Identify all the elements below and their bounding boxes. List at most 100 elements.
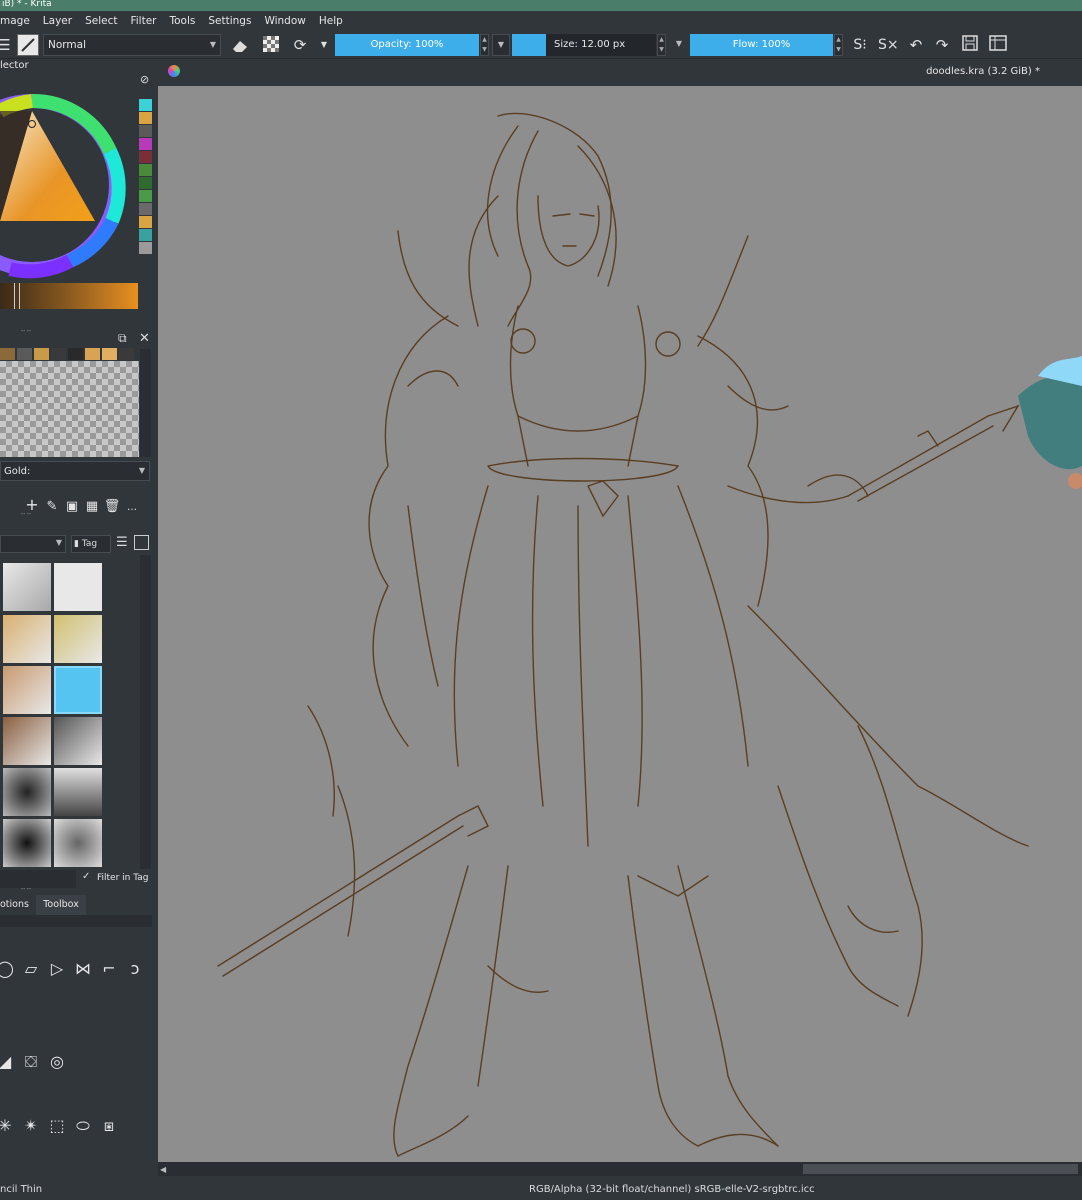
- color-swatch[interactable]: [139, 229, 152, 241]
- document-tab-title[interactable]: doodles.kra (3.2 GiB) *: [926, 66, 1040, 77]
- magic-select-icon[interactable]: ✴: [18, 1116, 44, 1135]
- blend-mode-select[interactable]: Normal ▼: [43, 34, 221, 56]
- flow-slider[interactable]: Flow: 100%: [690, 34, 833, 56]
- size-spinner[interactable]: ▲ ▼: [657, 34, 666, 56]
- color-swatch[interactable]: [139, 99, 152, 111]
- color-swatch[interactable]: [139, 242, 152, 254]
- brush-preset[interactable]: [54, 768, 102, 816]
- brush-preset[interactable]: [3, 615, 51, 663]
- horizontal-mirror-icon[interactable]: S⁝: [850, 35, 870, 55]
- palette-swatch[interactable]: [34, 348, 49, 360]
- tab-toolbox[interactable]: Toolbox: [36, 895, 86, 915]
- palette-swatch[interactable]: [119, 348, 134, 360]
- color-swatch[interactable]: [139, 177, 152, 189]
- menu-tools[interactable]: Tools: [170, 15, 196, 27]
- menu-help[interactable]: Help: [319, 15, 343, 27]
- color-swatch[interactable]: [139, 216, 152, 228]
- color-swatch[interactable]: [139, 138, 152, 150]
- delete-icon[interactable]: 🗑: [102, 499, 122, 514]
- similar-select-icon[interactable]: ⬚: [44, 1116, 70, 1135]
- size-dropdown[interactable]: ▼: [670, 34, 688, 56]
- polygon-tool-icon[interactable]: ▱: [18, 959, 44, 978]
- brush-preset-button[interactable]: [17, 34, 39, 56]
- sampler-tool-icon[interactable]: ◎: [44, 1052, 70, 1071]
- size-slider-fill[interactable]: [512, 34, 546, 56]
- menu-window[interactable]: Window: [264, 15, 305, 27]
- magnetic-select-icon[interactable]: ⧆: [96, 1116, 122, 1136]
- drawing-canvas[interactable]: [158, 86, 1082, 1162]
- color-swatch[interactable]: [139, 203, 152, 215]
- no-color-icon[interactable]: ⊘: [140, 73, 149, 86]
- preserve-alpha-icon[interactable]: [261, 35, 281, 55]
- preset-scrollbar[interactable]: [140, 555, 151, 869]
- close-dock-icon[interactable]: ✕: [139, 331, 150, 346]
- hamburger-icon[interactable]: ☰: [0, 35, 14, 55]
- float-dock-icon[interactable]: ⧉: [118, 331, 127, 346]
- scroll-left-icon[interactable]: ◀: [160, 1165, 166, 1174]
- palette-swatch[interactable]: [85, 348, 100, 360]
- brush-preset-selected[interactable]: [54, 666, 102, 714]
- tag-button[interactable]: ▮ Tag: [71, 535, 111, 553]
- vertical-mirror-icon[interactable]: S×: [878, 35, 899, 55]
- opacity-spinner[interactable]: ▲ ▼: [480, 34, 489, 56]
- brush-preset[interactable]: [54, 717, 102, 765]
- color-swatch[interactable]: [139, 164, 152, 176]
- brush-preset[interactable]: [54, 563, 102, 611]
- dynamic-brush-icon[interactable]: ↄ: [122, 959, 148, 978]
- gradient-tool-icon[interactable]: ◢: [0, 1052, 18, 1071]
- polyline-tool-icon[interactable]: ▷: [44, 959, 70, 978]
- scrollbar-thumb[interactable]: [803, 1164, 1078, 1174]
- palette-select[interactable]: Gold: ▼: [0, 461, 150, 481]
- freehand-path-icon[interactable]: ⌐: [96, 959, 122, 978]
- brush-preset[interactable]: [54, 819, 102, 867]
- list-view-icon[interactable]: ☰: [116, 535, 128, 550]
- palette-swatch[interactable]: [68, 348, 83, 360]
- color-swatch[interactable]: [139, 112, 152, 124]
- palette-swatch[interactable]: [102, 348, 117, 360]
- more-icon[interactable]: …: [122, 502, 142, 513]
- menu-layer[interactable]: Layer: [43, 15, 72, 27]
- undo-icon[interactable]: ↶: [906, 35, 926, 55]
- tab-tool-options[interactable]: otions: [0, 895, 34, 915]
- mirror-dropdown-icon[interactable]: ▼: [314, 35, 334, 55]
- palette-scrollbar[interactable]: [140, 349, 151, 457]
- preset-filter-combo[interactable]: ▼: [0, 535, 66, 553]
- edit-icon[interactable]: ✎: [42, 499, 62, 514]
- menu-settings[interactable]: Settings: [208, 15, 251, 27]
- workspace-icon[interactable]: [988, 35, 1008, 55]
- ellipse-tool-icon[interactable]: ◯: [0, 959, 18, 978]
- bezier-select-icon[interactable]: ⬭: [70, 1116, 96, 1136]
- brush-preset[interactable]: [3, 717, 51, 765]
- color-swatch[interactable]: [139, 125, 152, 137]
- size-slider[interactable]: Size: 12.00 px: [546, 34, 656, 56]
- menu-filter[interactable]: Filter: [130, 15, 156, 27]
- redo-icon[interactable]: ↷: [932, 35, 952, 55]
- color-wheel[interactable]: [0, 81, 136, 293]
- brush-preset[interactable]: [54, 615, 102, 663]
- opacity-dropdown[interactable]: ▼: [492, 34, 510, 56]
- view-mode-icon[interactable]: [134, 535, 149, 550]
- preset-search-input[interactable]: [0, 870, 76, 888]
- brush-preset[interactable]: [3, 768, 51, 816]
- grid-icon[interactable]: ▦: [82, 499, 102, 514]
- palette-grid[interactable]: [0, 361, 139, 457]
- select-contiguous-icon[interactable]: ✳: [0, 1116, 18, 1135]
- fill-tool-icon[interactable]: ⛋: [18, 1052, 44, 1072]
- color-swatch[interactable]: [139, 190, 152, 202]
- brush-preset[interactable]: [3, 666, 51, 714]
- color-history-bar[interactable]: [0, 283, 138, 309]
- palette-swatch[interactable]: [17, 348, 32, 360]
- flow-spinner[interactable]: ▲ ▼: [834, 34, 843, 56]
- save-palette-icon[interactable]: ▣: [62, 499, 82, 514]
- eraser-icon[interactable]: [230, 35, 250, 55]
- palette-swatch[interactable]: [51, 348, 66, 360]
- bezier-tool-icon[interactable]: ⋈: [70, 959, 96, 978]
- menu-select[interactable]: Select: [85, 15, 117, 27]
- color-swatch[interactable]: [139, 151, 152, 163]
- horizontal-scrollbar[interactable]: ◀: [158, 1162, 1082, 1176]
- reload-preset-icon[interactable]: ⟳: [290, 35, 310, 55]
- palette-swatch[interactable]: [0, 348, 15, 360]
- opacity-slider[interactable]: Opacity: 100%: [335, 34, 479, 56]
- brush-preset[interactable]: [3, 819, 51, 867]
- menu-image[interactable]: mage: [0, 15, 30, 27]
